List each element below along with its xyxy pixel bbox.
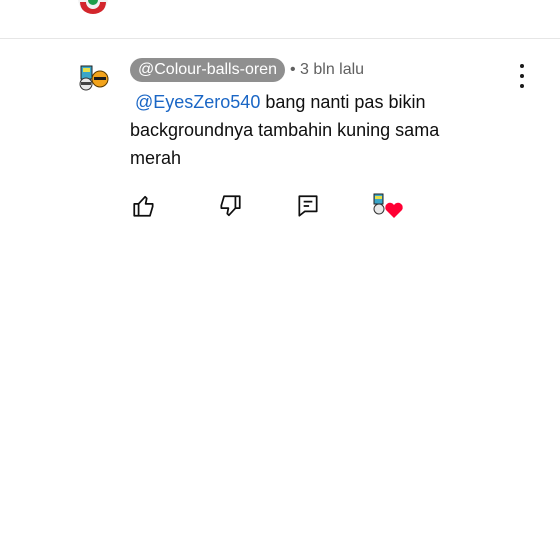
comment-body: @EyesZero540 bang nanti pas bikin backgro…	[130, 88, 490, 172]
mention-link[interactable]: @EyesZero540	[135, 92, 260, 112]
like-button[interactable]	[130, 192, 158, 220]
comment-time: • 3 bln lalu	[289, 61, 365, 78]
reply-icon	[298, 195, 318, 217]
thumbs-up-icon	[133, 195, 154, 217]
more-options-icon[interactable]	[512, 64, 532, 88]
comment-header: @Colour-balls-oren • 3 bln lalu	[130, 58, 364, 82]
previous-comment-strip	[0, 0, 560, 39]
previous-avatar[interactable]	[78, 0, 108, 14]
reply-button[interactable]	[294, 192, 322, 220]
dislike-button[interactable]	[216, 192, 244, 220]
thumbs-down-icon	[220, 195, 241, 217]
comment-avatar[interactable]	[78, 60, 112, 94]
comment-actions	[130, 192, 430, 222]
author-badge[interactable]: @Colour-balls-oren	[130, 58, 285, 82]
creator-heart-icon	[372, 192, 406, 222]
